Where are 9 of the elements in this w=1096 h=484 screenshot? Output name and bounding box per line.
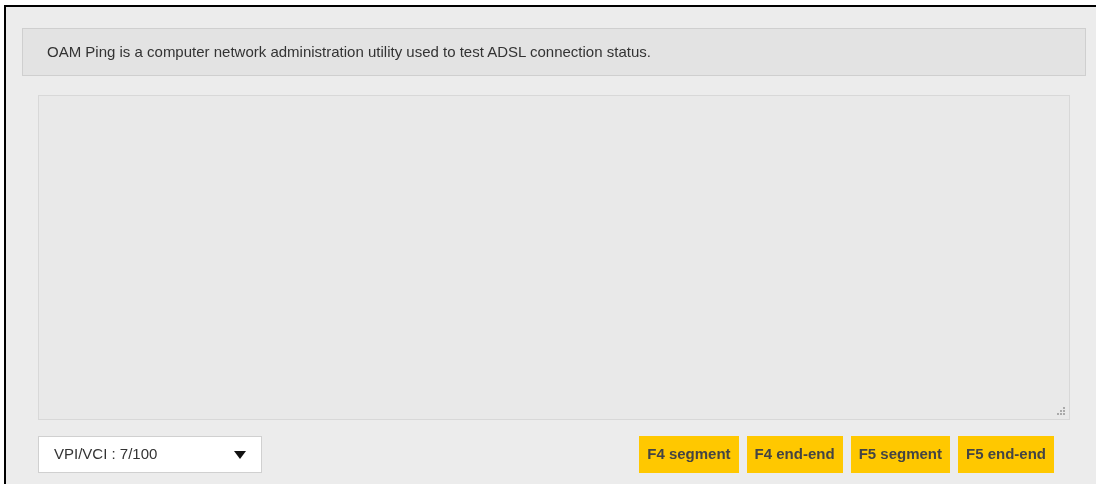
vpi-vci-dropdown[interactable]: VPI/VCI : 7/100 <box>38 436 262 473</box>
description-text: OAM Ping is a computer network administration utility used to test ADSL connection status. <box>47 41 651 62</box>
caret-icon <box>234 450 246 459</box>
ping-button[interactable]: F4 segment <box>639 436 739 473</box>
resize-grip-icon[interactable] <box>1056 406 1065 415</box>
ping-button[interactable]: F5 segment <box>850 436 950 473</box>
ping-button[interactable]: F5 end-end <box>958 436 1054 473</box>
output-area[interactable] <box>38 95 1070 420</box>
ping-button[interactable]: F4 end-end <box>746 436 843 473</box>
